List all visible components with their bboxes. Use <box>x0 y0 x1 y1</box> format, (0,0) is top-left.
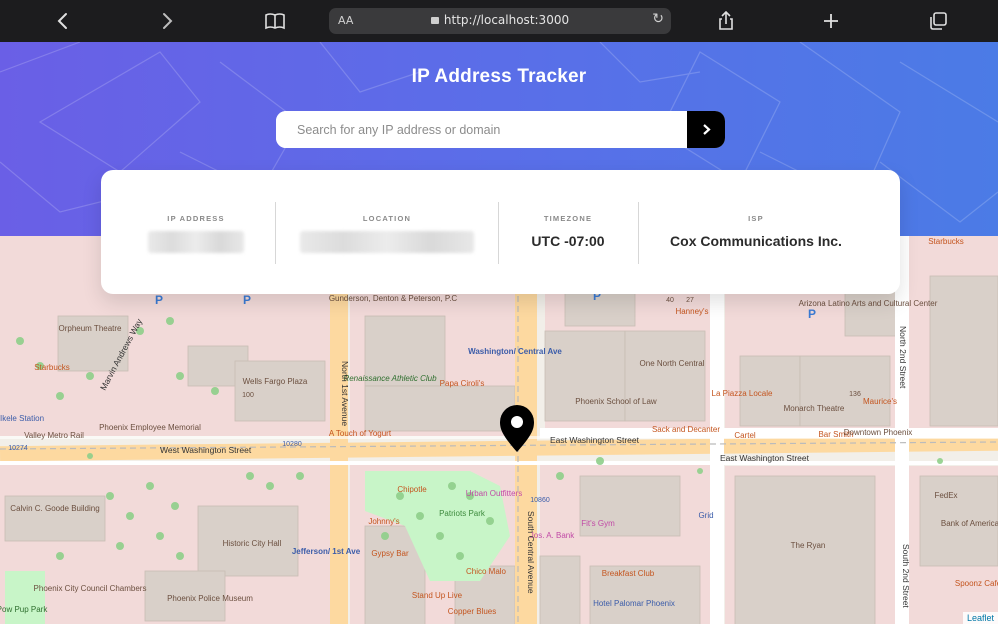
map-label-27: 27 <box>686 297 694 304</box>
timezone-value: UTC -07:00 <box>531 233 605 249</box>
share-icon[interactable] <box>712 8 740 34</box>
map-label-gunderson: Gunderson, Denton & Peterson, P.C <box>329 294 458 303</box>
page: IP Address Tracker Search for any IP add… <box>0 42 998 624</box>
map-label-johnnys: Johnny's <box>368 517 399 526</box>
map-label-urban-outfitters: Urban Outfitters <box>466 489 522 498</box>
map-label-10860: 10860 <box>530 497 550 504</box>
map-label-one-north-central: One North Central <box>640 359 705 368</box>
map-street-south-2nd: South 2nd Street <box>901 544 911 608</box>
search-input[interactable] <box>276 111 687 148</box>
divider <box>275 202 276 264</box>
map-label-copper-blues: Copper Blues <box>448 607 496 616</box>
divider <box>498 202 499 264</box>
svg-text:P: P <box>243 293 251 307</box>
map-label-phoenix-police-museum: Phoenix Police Museum <box>167 594 253 603</box>
back-icon[interactable] <box>48 8 76 34</box>
new-tab-plus-icon[interactable] <box>817 8 845 34</box>
svg-text:P: P <box>155 293 163 307</box>
ip-address-section: IP ADDRESS <box>121 202 271 264</box>
lock-icon <box>430 17 439 24</box>
map-label-phoenix-employee: Phoenix Employee Memorial <box>99 423 201 432</box>
map-label-10280: 10280 <box>282 441 302 448</box>
reader-book-icon[interactable] <box>261 8 289 34</box>
map-label-a-touch-of-yogurt: A Touch of Yogurt <box>329 429 392 438</box>
map-label-arizona-latino: Arizona Latino Arts and Cultural Center <box>799 299 938 308</box>
map-label-the-ryan: The Ryan <box>791 541 826 550</box>
isp-section: ISP Cox Communications Inc. <box>646 202 866 264</box>
map-label-40: 40 <box>666 297 674 304</box>
isp-value: Cox Communications Inc. <box>670 233 842 249</box>
map-label-chipotle: Chipotle <box>397 485 427 494</box>
map-street-west-washington: West Washington Street <box>160 445 252 455</box>
map-label-monarch-theatre: Monarch Theatre <box>784 404 845 413</box>
map-label-gypsy-bar: Gypsy Bar <box>371 549 409 558</box>
location-section: LOCATION <box>289 202 485 264</box>
map-view[interactable]: Orpheum Theatre Wells Fargo Plaza Calvin… <box>0 236 998 624</box>
ip-address-value-redacted <box>148 231 244 253</box>
ip-info-card: IP ADDRESS LOCATION TIMEZONE UTC -07:00 … <box>101 170 900 294</box>
map-label-wells-fargo: Wells Fargo Plaza <box>243 377 308 386</box>
map-label-grid: Grid <box>698 511 713 520</box>
map-label-calvin: Calvin C. Goode Building <box>10 504 99 513</box>
map-label-jefferson-1st: Jefferson/ 1st Ave <box>292 547 361 556</box>
divider <box>638 202 639 264</box>
ip-address-label: IP ADDRESS <box>167 214 225 223</box>
map-label-spoonz: Spoonz Cafe <box>955 579 998 588</box>
map-label-sack-and-decanter: Sack and Decanter <box>652 425 720 434</box>
map-street-east-washington-top: East Washington Street <box>550 435 640 445</box>
map-label-maurices: Maurice's <box>863 397 897 406</box>
map-label-la-piazza: La Piazza Locale <box>712 389 773 398</box>
map-label-phoenix-school-of-law: Phoenix School of Law <box>575 397 657 406</box>
map-label-hotel-palomar: Hotel Palomar Phoenix <box>593 599 675 608</box>
search-bar <box>276 111 725 148</box>
map-street-east-washington: East Washington Street <box>720 453 810 463</box>
map-label-fits-gym: Fit's Gym <box>581 519 615 528</box>
map-label-bank-of-america: Bank of America <box>941 519 998 528</box>
map-label-renaissance-athletic: Renaissance Athletic Club <box>343 374 437 383</box>
map-label-phoenix-city-council: Phoenix City Council Chambers <box>34 584 147 593</box>
browser-toolbar: AA http://localhost:3000 ↻ <box>0 0 998 42</box>
reload-icon[interactable]: ↻ <box>652 11 664 27</box>
svg-text:P: P <box>808 307 816 321</box>
map-label-pow-pup-park: Pow Pup Park <box>0 605 48 614</box>
map-label-starbucks-right: Starbucks <box>928 237 964 246</box>
location-label: LOCATION <box>362 214 412 223</box>
map-label-fedex: FedEx <box>934 491 957 500</box>
map-label-100: 100 <box>242 392 254 399</box>
search-submit-button[interactable] <box>687 111 725 148</box>
chevron-right-icon <box>702 124 711 135</box>
map-label-136: 136 <box>849 391 861 398</box>
map-label-valley-metro: Valley Metro Rail <box>24 431 84 440</box>
map-label-downtown-phoenix: Downtown Phoenix <box>844 428 912 437</box>
map-label-historic-city-hall: Historic City Hall <box>223 539 282 548</box>
map-label-patriots-park: Patriots Park <box>439 509 486 518</box>
map-label-papa-ciroli: Papa Ciroli's <box>440 379 485 388</box>
map-label-stand-up-live: Stand Up Live <box>412 591 463 600</box>
isp-label: ISP <box>748 214 764 223</box>
timezone-label: TIMEZONE <box>543 214 593 223</box>
forward-icon[interactable] <box>154 8 182 34</box>
address-bar[interactable]: AA http://localhost:3000 ↻ <box>329 8 671 34</box>
map-label-washington-central: Washington/ Central Ave <box>468 347 562 356</box>
map-label-orpheum: Orpheum Theatre <box>59 324 123 333</box>
url-text: http://localhost:3000 <box>443 13 570 27</box>
map-street-south-central: South Central Avenue <box>526 511 536 594</box>
map-canvas[interactable]: Orpheum Theatre Wells Fargo Plaza Calvin… <box>0 236 998 624</box>
map-label-chico-malo: Chico Malo <box>466 567 507 576</box>
map-label-ikele-station: Ikele Station <box>0 414 44 423</box>
map-label-breakfast-club: Breakfast Club <box>602 569 655 578</box>
map-attribution-link[interactable]: Leaflet <box>962 612 998 624</box>
map-street-north-2nd: North 2nd Street <box>898 326 908 389</box>
map-street-north-1st: North 1st Avenue <box>340 361 350 426</box>
map-label-cartel: Cartel <box>734 431 756 440</box>
page-title: IP Address Tracker <box>411 66 587 87</box>
location-value-redacted <box>300 231 474 253</box>
map-label-hanneys: Hanney's <box>675 307 708 316</box>
tabs-overview-icon[interactable] <box>924 8 952 34</box>
timezone-section: TIMEZONE UTC -07:00 <box>501 202 635 264</box>
map-label-10274: 10274 <box>8 445 28 452</box>
map-label-starbucks-left: Starbucks <box>34 363 70 372</box>
